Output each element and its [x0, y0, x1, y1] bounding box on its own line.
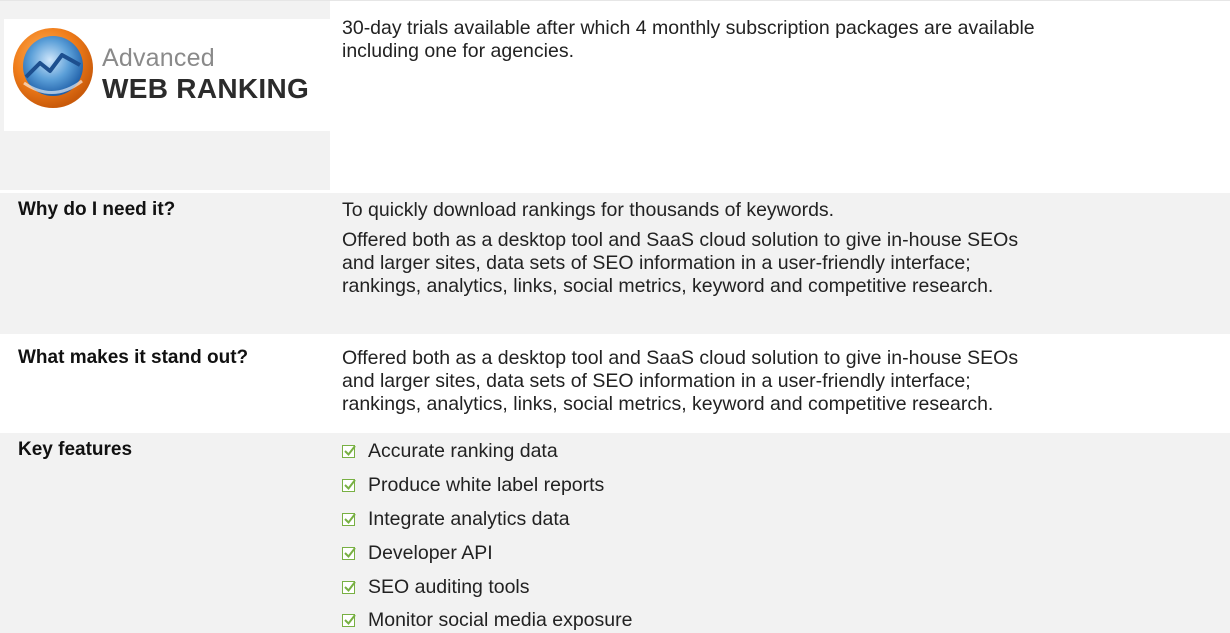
features-row: Key features Accurate ranking data Produ…: [0, 433, 1230, 633]
why-p2-line-1: Offered both as a desktop tool and SaaS …: [342, 229, 1019, 251]
feature-label: Developer API: [368, 542, 493, 564]
checkbox-checked-icon: [342, 445, 356, 458]
feature-item: Accurate ranking data: [342, 440, 558, 463]
feature-label: Accurate ranking data: [368, 440, 558, 462]
feature-label: SEO auditing tools: [368, 576, 530, 598]
intro-row: Advanced WEB RANKING 30-day trials avail…: [0, 1, 1230, 190]
logo-cell: Advanced WEB RANKING: [0, 1, 330, 190]
checkbox-checked-icon: [342, 479, 356, 492]
logo-text-web-ranking: WEB RANKING: [102, 73, 310, 104]
feature-label: Monitor social media exposure: [368, 609, 633, 631]
logo-text-advanced: Advanced: [102, 44, 215, 72]
features-label-cell: Key features: [0, 433, 330, 633]
standout-line-1: Offered both as a desktop tool and SaaS …: [342, 347, 1019, 369]
features-label: Key features: [18, 439, 133, 460]
standout-label: What makes it stand out?: [18, 347, 249, 368]
feature-item: Developer API: [342, 542, 493, 565]
checkbox-checked-icon: [342, 547, 356, 560]
feature-label: Integrate analytics data: [368, 508, 570, 530]
feature-item: Monitor social media exposure: [342, 609, 632, 632]
checkbox-checked-icon: [342, 513, 356, 526]
standout-line-3: rankings, analytics, links, social metri…: [342, 393, 994, 415]
standout-line-2: and larger sites, data sets of SEO infor…: [342, 370, 971, 392]
checkbox-checked-icon: [342, 614, 356, 627]
standout-row: What makes it stand out? Offered both as…: [0, 337, 1230, 430]
why-p2-line-3: rankings, analytics, links, social metri…: [342, 275, 994, 297]
why-label: Why do I need it?: [18, 199, 176, 220]
feature-item: Produce white label reports: [342, 474, 604, 497]
standout-label-cell: What makes it stand out?: [0, 337, 330, 430]
feature-item: SEO auditing tools: [342, 576, 530, 599]
advanced-web-ranking-logo: Advanced WEB RANKING: [4, 19, 330, 131]
checkbox-checked-icon: [342, 581, 356, 594]
intro-text-cell: 30-day trials available after which 4 mo…: [332, 1, 1230, 190]
features-list-cell: Accurate ranking data Produce white labe…: [332, 433, 1230, 633]
feature-item: Integrate analytics data: [342, 508, 570, 531]
why-p2-line-2: and larger sites, data sets of SEO infor…: [342, 252, 971, 274]
tool-comparison-table: Advanced WEB RANKING 30-day trials avail…: [0, 0, 1230, 633]
intro-line-1: 30-day trials available after which 4 mo…: [342, 17, 1035, 39]
why-label-cell: Why do I need it?: [0, 193, 330, 334]
standout-text-cell: Offered both as a desktop tool and SaaS …: [332, 337, 1230, 430]
why-row: Why do I need it? To quickly download ra…: [0, 193, 1230, 334]
why-text-cell: To quickly download rankings for thousan…: [332, 193, 1230, 334]
intro-line-2: including one for agencies.: [342, 40, 574, 62]
why-line-1: To quickly download rankings for thousan…: [342, 199, 835, 221]
globe-logo-icon: [13, 28, 93, 108]
feature-label: Produce white label reports: [368, 474, 605, 496]
